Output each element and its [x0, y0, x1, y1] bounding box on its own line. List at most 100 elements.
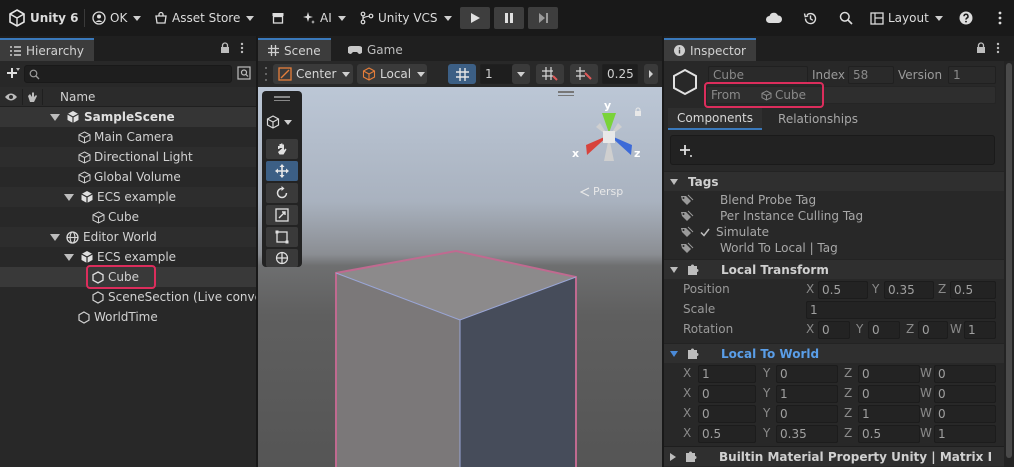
pickable-hand-icon[interactable]: [26, 91, 38, 103]
lock-icon[interactable]: [976, 42, 986, 54]
matrix-r1-w-field[interactable]: 0: [934, 385, 996, 403]
grid-size-field[interactable]: 1: [480, 64, 516, 84]
matrix-r0-y-field[interactable]: 0: [776, 365, 838, 383]
rotate-tool-button[interactable]: [266, 183, 298, 203]
account-button[interactable]: OK: [92, 7, 142, 29]
rect-tool-button[interactable]: [266, 227, 298, 247]
step-button[interactable]: [528, 7, 558, 29]
tree-item-directional-light[interactable]: Directional Light: [0, 147, 256, 167]
pivot-space-dropdown[interactable]: Local: [357, 64, 427, 84]
pivot-mode-dropdown[interactable]: Center: [273, 64, 353, 84]
position-x-field[interactable]: 0.5: [818, 281, 868, 299]
matrix-r1-y-field[interactable]: 1: [776, 385, 838, 403]
expand-triangle-icon[interactable]: [50, 233, 60, 241]
matrix-r1-z-field[interactable]: 0: [858, 385, 920, 403]
tab-hierarchy[interactable]: Hierarchy: [0, 38, 95, 61]
view-tool-button[interactable]: [266, 139, 298, 159]
matrix-value: 1: [938, 427, 946, 441]
visibility-eye-icon[interactable]: [4, 92, 18, 102]
tree-item-cube[interactable]: Cube: [0, 207, 256, 227]
tree-item-scenesection[interactable]: SceneSection (Live conversion): [0, 287, 256, 307]
grid-toggle-button[interactable]: [448, 64, 476, 84]
unity-menu[interactable]: Unity 6: [8, 7, 79, 29]
local-transform-section-header[interactable]: Local Transform: [664, 259, 1004, 279]
matrix-r0-z-field[interactable]: 0: [858, 365, 920, 383]
rotation-z-field[interactable]: 0: [918, 321, 948, 339]
gizmo-lock-icon[interactable]: [634, 107, 642, 116]
tree-item-global-volume[interactable]: Global Volume: [0, 167, 256, 187]
tree-item-ecs-example[interactable]: ECS example: [0, 187, 256, 207]
index-field[interactable]: 58: [848, 66, 894, 84]
more-vertical-icon[interactable]: [240, 42, 244, 54]
tab-relationships[interactable]: Relationships: [768, 108, 868, 130]
scene-viewport[interactable]: y x z Persp: [258, 87, 662, 467]
scene-search-icon[interactable]: [237, 66, 251, 80]
matrix-r3-y-field[interactable]: 0.35: [776, 425, 838, 443]
asset-store-button[interactable]: Asset Store: [154, 7, 255, 29]
tree-item-samplescene[interactable]: SampleScene: [0, 107, 256, 127]
local-to-world-section-header[interactable]: Local To World: [664, 343, 1004, 363]
checkmark-icon[interactable]: [700, 228, 710, 237]
matrix-r3-z-field[interactable]: 0.5: [858, 425, 920, 443]
hierarchy-tabbar: Hierarchy: [0, 36, 256, 61]
add-component-box[interactable]: [670, 135, 995, 165]
matrix-r2-y-field[interactable]: 0: [776, 405, 838, 423]
drag-handle-icon[interactable]: [264, 65, 268, 83]
matrix-r0-w-field[interactable]: 0: [934, 365, 996, 383]
position-z-field[interactable]: 0.5: [950, 281, 996, 299]
matrix-r2-w-field[interactable]: 0: [934, 405, 996, 423]
help-button[interactable]: [956, 8, 976, 28]
increment-snap-button[interactable]: [570, 64, 598, 84]
toolbar-overflow-button[interactable]: [644, 64, 658, 84]
expand-triangle-icon[interactable]: [50, 113, 60, 121]
inspector-scrollbar-thumb[interactable]: [1006, 63, 1012, 458]
scale-field[interactable]: 1: [806, 301, 996, 319]
vcs-button[interactable]: Unity VCS: [360, 7, 452, 29]
matrix-r0-x-field[interactable]: 1: [698, 365, 756, 383]
tags-section-header[interactable]: Tags: [664, 171, 1004, 191]
matrix-r2-z-field[interactable]: 1: [858, 405, 920, 423]
tree-item-worldtime[interactable]: WorldTime: [0, 307, 256, 327]
tree-item-main-camera[interactable]: Main Camera: [0, 127, 256, 147]
tab-game[interactable]: Game: [338, 38, 413, 61]
tab-inspector[interactable]: Inspector: [664, 38, 756, 61]
lock-icon[interactable]: [220, 42, 230, 54]
rotation-w-field[interactable]: 1: [964, 321, 996, 339]
tree-item-editor-world[interactable]: Editor World: [0, 227, 256, 247]
tool-mode-dropdown[interactable]: [266, 111, 292, 133]
layout-dropdown[interactable]: Layout: [870, 7, 943, 29]
snap-value-field[interactable]: 0.25: [602, 64, 638, 84]
version-field[interactable]: 1: [948, 66, 996, 84]
matrix-r3-w-field[interactable]: 1: [934, 425, 996, 443]
expand-triangle-icon[interactable]: [64, 253, 74, 261]
history-button[interactable]: [800, 8, 820, 28]
expand-triangle-icon[interactable]: [64, 193, 74, 201]
package-button[interactable]: [268, 8, 288, 28]
tab-scene[interactable]: Scene: [258, 38, 331, 61]
cloud-button[interactable]: [764, 8, 784, 28]
ai-button[interactable]: AI: [302, 7, 346, 29]
more-options-button[interactable]: [990, 8, 1010, 28]
scale-tool-button[interactable]: [266, 205, 298, 225]
play-button[interactable]: [460, 7, 490, 29]
matrix-r2-x-field[interactable]: 0: [698, 405, 756, 423]
pause-button[interactable]: [494, 7, 524, 29]
transform-tool-button[interactable]: [266, 249, 298, 267]
projection-toggle[interactable]: Persp: [580, 185, 623, 198]
rotation-x-field[interactable]: 0: [818, 321, 850, 339]
matrix-r1-x-field[interactable]: 0: [698, 385, 756, 403]
search-button[interactable]: [836, 8, 856, 28]
grid-size-dropdown[interactable]: [512, 64, 530, 84]
tree-item-ecs-example-runtime[interactable]: ECS example: [0, 247, 256, 267]
index-label: Index: [812, 68, 846, 82]
more-vertical-icon[interactable]: [996, 42, 1000, 54]
position-y-field[interactable]: 0.35: [884, 281, 934, 299]
matrix-r3-x-field[interactable]: 0.5: [698, 425, 756, 443]
rotation-y-field[interactable]: 0: [868, 321, 900, 339]
snap-settings-button[interactable]: [536, 64, 564, 84]
hierarchy-search-input[interactable]: [24, 65, 232, 83]
builtin-material-section-header[interactable]: Builtin Material Property Unity | Matrix…: [664, 446, 1004, 466]
tab-components[interactable]: Components: [668, 108, 762, 130]
inspector-scrollbar[interactable]: [1004, 61, 1014, 467]
move-tool-button[interactable]: [266, 161, 298, 181]
